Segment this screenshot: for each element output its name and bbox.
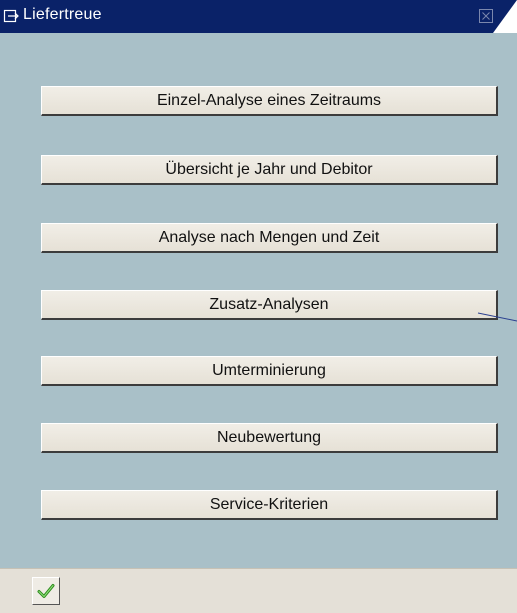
annotation-line: [477, 312, 517, 322]
footer-toolbar: [0, 568, 517, 613]
dialog-window: Liefertreue Einzel-Analyse eines Zeitrau…: [0, 0, 517, 613]
confirm-button[interactable]: [32, 577, 60, 605]
checkmark-icon: [37, 584, 55, 598]
